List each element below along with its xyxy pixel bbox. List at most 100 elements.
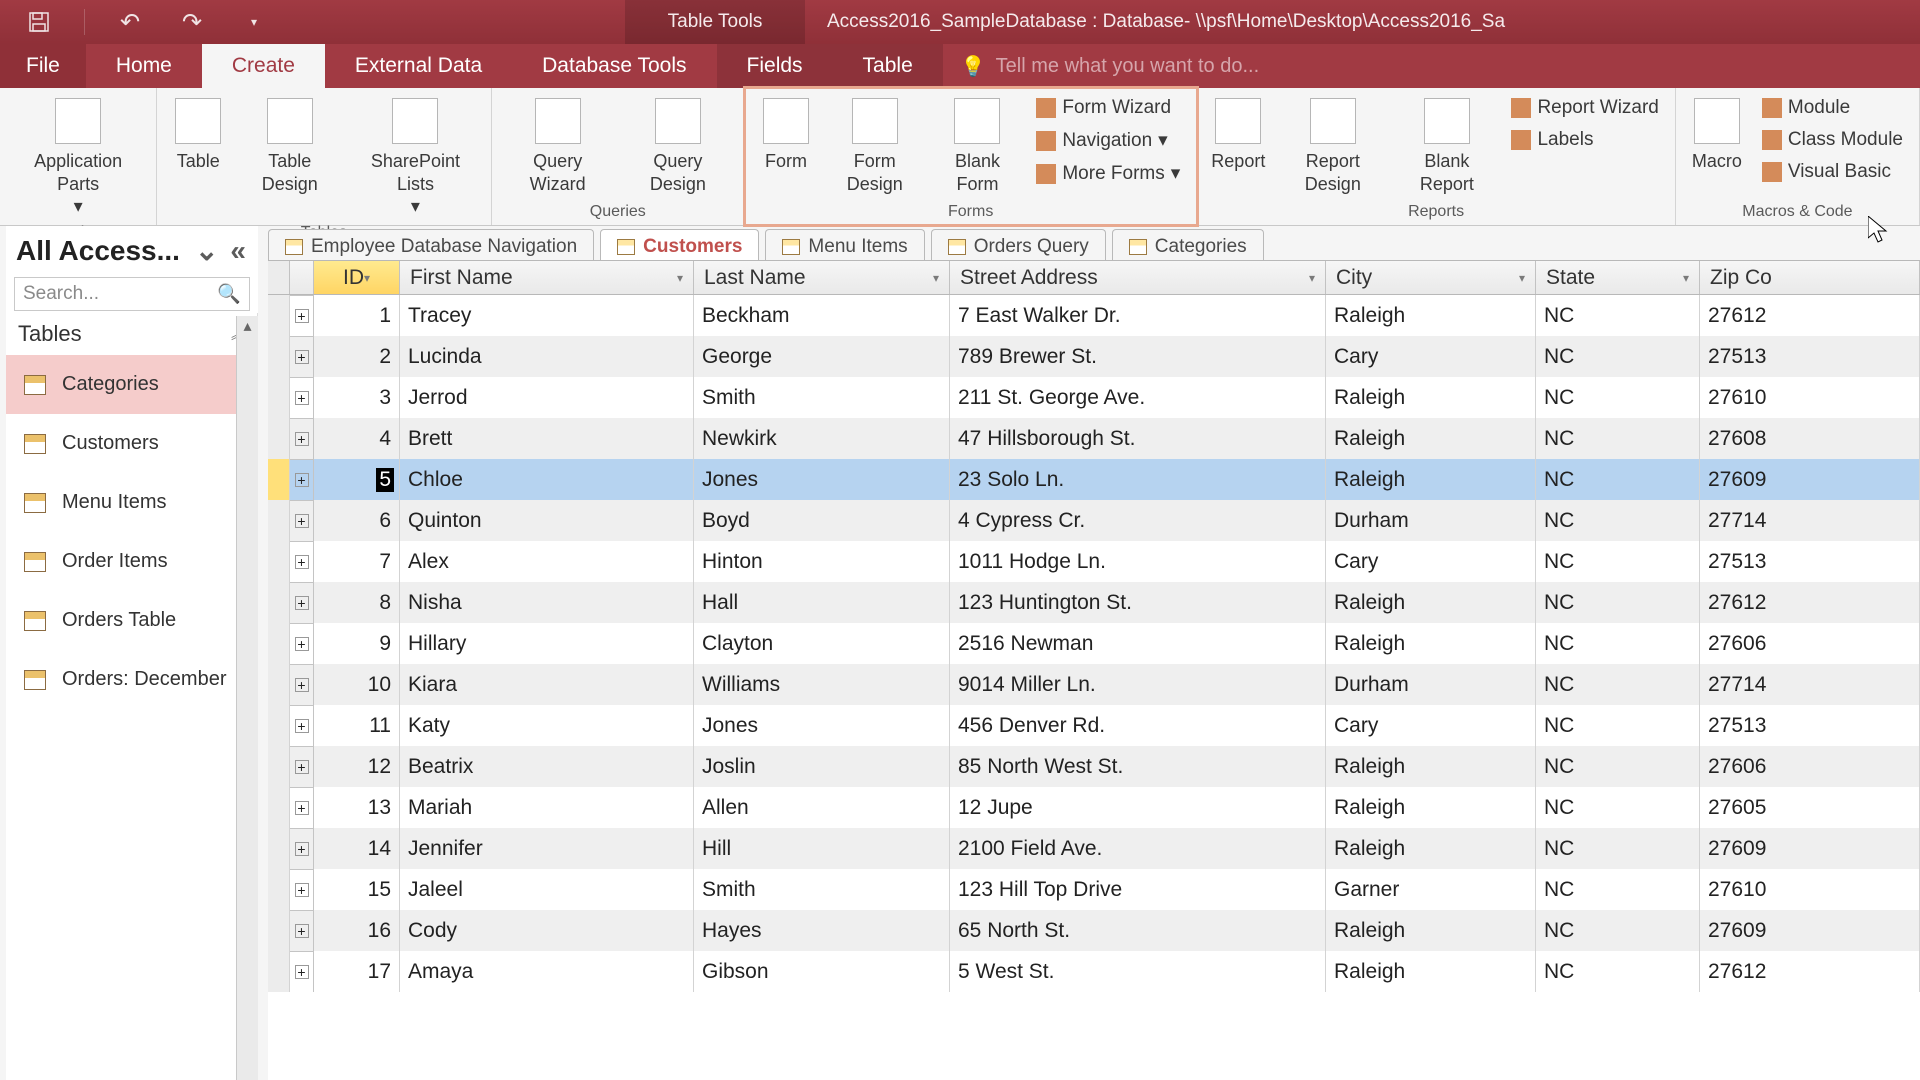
cell-street-address[interactable]: 23 Solo Ln. [950,459,1326,500]
undo-button[interactable]: ↶ [113,5,147,39]
cell-street-address[interactable]: 211 St. George Ave. [950,377,1326,418]
tell-me-search[interactable]: 💡 Tell me what you want to do... [961,44,1259,88]
visual-basic-button[interactable]: Visual Basic [1756,158,1909,186]
expand-toggle[interactable]: + [290,418,314,459]
cell-state[interactable]: NC [1536,746,1700,787]
table-row[interactable]: +8NishaHall123 Huntington St.RaleighNC27… [268,582,1920,623]
row-selector[interactable] [268,500,290,541]
cell-id[interactable]: 6 [314,500,400,541]
cell-city[interactable]: Raleigh [1326,787,1536,828]
cell-street-address[interactable]: 4 Cypress Cr. [950,500,1326,541]
cell-city[interactable]: Raleigh [1326,951,1536,992]
table-row[interactable]: +15JaleelSmith123 Hill Top DriveGarnerNC… [268,869,1920,910]
cell-city[interactable]: Cary [1326,336,1536,377]
cell-zip[interactable]: 27612 [1700,951,1920,992]
expand-toggle[interactable]: + [290,910,314,951]
expand-toggle[interactable]: + [290,623,314,664]
column-city[interactable]: City▾ [1326,261,1536,294]
cell-last-name[interactable]: Jones [694,705,950,746]
cell-id[interactable]: 10 [314,664,400,705]
cell-state[interactable]: NC [1536,541,1700,582]
cell-city[interactable]: Raleigh [1326,377,1536,418]
scroll-up-icon[interactable]: ▴ [237,316,258,336]
table-row[interactable]: +4BrettNewkirk47 Hillsborough St.Raleigh… [268,418,1920,459]
cell-last-name[interactable]: Gibson [694,951,950,992]
row-selector[interactable] [268,336,290,377]
cell-last-name[interactable]: Smith [694,377,950,418]
table-row[interactable]: +2LucindaGeorge789 Brewer St.CaryNC27513 [268,336,1920,377]
cell-zip[interactable]: 27609 [1700,910,1920,951]
cell-id[interactable]: 15 [314,869,400,910]
cell-city[interactable]: Raleigh [1326,459,1536,500]
tab-fields[interactable]: Fields [717,44,833,88]
nav-item[interactable]: Order Items [6,532,257,591]
class-module-button[interactable]: Class Module [1756,126,1909,154]
tab-table[interactable]: Table [833,44,943,88]
query-wizard-button[interactable]: Query Wizard [502,94,614,199]
cell-last-name[interactable]: Hall [694,582,950,623]
chevron-down-icon[interactable]: ▾ [1519,271,1525,285]
cell-street-address[interactable]: 1011 Hodge Ln. [950,541,1326,582]
cell-street-address[interactable]: 5 West St. [950,951,1326,992]
expand-toggle[interactable]: + [290,459,314,500]
report-design-button[interactable]: Report Design [1277,94,1388,199]
cell-city[interactable]: Raleigh [1326,746,1536,787]
nav-scrollbar[interactable]: ▴ [236,316,258,1080]
cell-street-address[interactable]: 85 North West St. [950,746,1326,787]
row-selector[interactable] [268,664,290,705]
cell-street-address[interactable]: 2516 Newman [950,623,1326,664]
column-state[interactable]: State▾ [1536,261,1700,294]
nav-section-tables[interactable]: Tables ︽ [6,313,258,355]
save-button[interactable] [22,5,56,39]
cell-id[interactable]: 4 [314,418,400,459]
cell-first-name[interactable]: Cody [400,910,694,951]
expand-toggle[interactable]: + [290,664,314,705]
cell-street-address[interactable]: 789 Brewer St. [950,336,1326,377]
expand-toggle[interactable]: + [290,828,314,869]
nav-item[interactable]: Customers [6,414,257,473]
tab-external-data[interactable]: External Data [325,44,512,88]
cell-zip[interactable]: 27610 [1700,377,1920,418]
nav-pane-collapse-icon[interactable]: « [230,235,246,267]
cell-city[interactable]: Raleigh [1326,295,1536,336]
cell-first-name[interactable]: Jennifer [400,828,694,869]
table-row[interactable]: +7AlexHinton1011 Hodge Ln.CaryNC27513 [268,541,1920,582]
cell-id[interactable]: 16 [314,910,400,951]
column-last-name[interactable]: Last Name▾ [694,261,950,294]
table-row[interactable]: +16CodyHayes65 North St.RaleighNC27609 [268,910,1920,951]
table-row[interactable]: +10KiaraWilliams9014 Miller Ln.DurhamNC2… [268,664,1920,705]
cell-first-name[interactable]: Jaleel [400,869,694,910]
module-button[interactable]: Module [1756,94,1909,122]
chevron-down-icon[interactable]: ▾ [1683,271,1689,285]
form-design-button[interactable]: Form Design [825,94,925,199]
row-selector[interactable] [268,582,290,623]
table-row[interactable]: +14JenniferHill2100 Field Ave.RaleighNC2… [268,828,1920,869]
cell-last-name[interactable]: George [694,336,950,377]
expand-toggle[interactable]: + [290,746,314,787]
cell-last-name[interactable]: Clayton [694,623,950,664]
object-tab[interactable]: Menu Items [765,229,924,264]
cell-zip[interactable]: 27714 [1700,500,1920,541]
cell-last-name[interactable]: Boyd [694,500,950,541]
object-tab[interactable]: Orders Query [931,229,1106,264]
cell-state[interactable]: NC [1536,418,1700,459]
table-row[interactable]: +12BeatrixJoslin85 North West St.Raleigh… [268,746,1920,787]
cell-id[interactable]: 13 [314,787,400,828]
cell-state[interactable]: NC [1536,869,1700,910]
navigation-button[interactable]: Navigation ▾ [1030,126,1186,155]
cell-zip[interactable]: 27513 [1700,705,1920,746]
tab-create[interactable]: Create [202,44,325,88]
row-selector[interactable] [268,951,290,992]
cell-zip[interactable]: 27610 [1700,869,1920,910]
cell-state[interactable]: NC [1536,500,1700,541]
cell-street-address[interactable]: 123 Huntington St. [950,582,1326,623]
cell-first-name[interactable]: Mariah [400,787,694,828]
cell-zip[interactable]: 27513 [1700,541,1920,582]
table-row[interactable]: +11KatyJones456 Denver Rd.CaryNC27513 [268,705,1920,746]
cell-state[interactable]: NC [1536,705,1700,746]
cell-first-name[interactable]: Kiara [400,664,694,705]
row-selector[interactable] [268,418,290,459]
table-row[interactable]: +6QuintonBoyd4 Cypress Cr.DurhamNC27714 [268,500,1920,541]
nav-item[interactable]: Orders: December [6,650,257,709]
cell-street-address[interactable]: 123 Hill Top Drive [950,869,1326,910]
